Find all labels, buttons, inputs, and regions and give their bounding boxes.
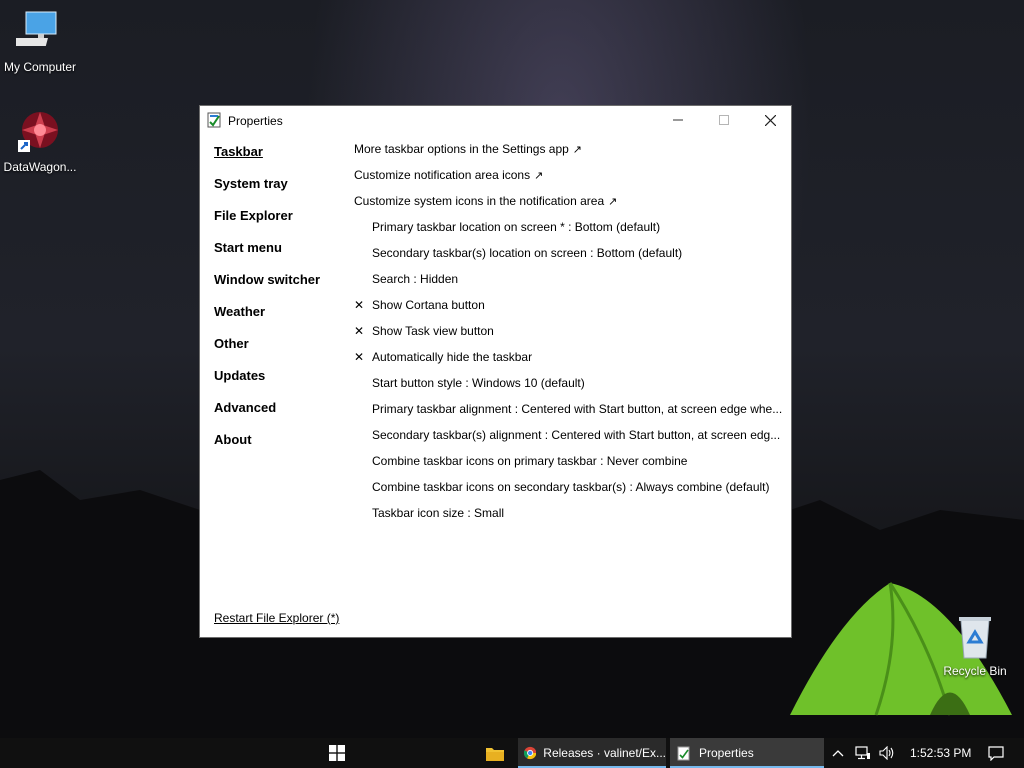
recycle-bin-icon [951, 612, 999, 660]
setting-auto-hide[interactable]: ✕ Automatically hide the taskbar [354, 348, 784, 366]
settings-link-taskbar-options[interactable]: More taskbar options in the Settings app… [354, 140, 582, 158]
nav-item-advanced[interactable]: Advanced [214, 400, 276, 415]
settings-link-notification-icons[interactable]: Customize notification area icons ↗ [354, 166, 543, 184]
restart-file-explorer-link[interactable]: Restart File Explorer (*) [214, 611, 339, 625]
window-title: Properties [228, 114, 283, 128]
setting-label: Customize notification area icons [354, 168, 531, 182]
chrome-icon [524, 746, 537, 760]
desktop-icon-my-computer[interactable]: My Computer [0, 8, 80, 74]
close-icon [764, 114, 776, 126]
taskbar-file-explorer-button[interactable] [480, 738, 510, 768]
title-bar[interactable]: Properties [200, 106, 791, 134]
windows-logo-icon [329, 745, 345, 761]
desktop-icon-label: DataWagon... [3, 160, 77, 174]
setting-label: Automatically hide the taskbar [372, 350, 533, 364]
taskbar-properties-button[interactable]: Properties [670, 738, 824, 768]
setting-combine-secondary[interactable]: Combine taskbar icons on secondary taskb… [372, 478, 770, 496]
setting-primary-location[interactable]: Primary taskbar location on screen * : B… [372, 218, 660, 236]
setting-search[interactable]: Search : Hidden [372, 270, 458, 288]
network-icon [855, 746, 870, 760]
nav-item-updates[interactable]: Updates [214, 368, 265, 383]
taskbar: Releases · valinet/Ex... Properties 1:52… [0, 738, 1024, 768]
setting-label: Customize system icons in the notificati… [354, 194, 605, 208]
setting-show-cortana[interactable]: ✕ Show Cortana button [354, 296, 784, 314]
setting-secondary-location[interactable]: Secondary taskbar(s) location on screen … [372, 244, 682, 262]
minimize-icon [673, 119, 683, 121]
close-button[interactable] [747, 106, 793, 134]
start-button[interactable] [322, 738, 352, 768]
check-mark-icon: ✕ [354, 298, 365, 312]
setting-label: More taskbar options in the Settings app [354, 142, 569, 156]
volume-button[interactable] [879, 738, 895, 768]
setting-show-task-view[interactable]: ✕ Show Task view button [354, 322, 784, 340]
properties-app-icon [207, 112, 222, 128]
chevron-up-icon [832, 750, 844, 757]
desktop-icon-label: Recycle Bin [943, 664, 1007, 678]
taskbar-item-label: Properties [699, 746, 754, 760]
desktop-icon-recycle-bin[interactable]: Recycle Bin [935, 612, 1015, 678]
maximize-icon [719, 115, 729, 125]
properties-window: Properties Taskbar System tray File Expl… [199, 105, 792, 638]
nav-item-other[interactable]: Other [214, 336, 249, 351]
show-hidden-icons-button[interactable] [832, 738, 844, 768]
folder-icon [486, 747, 504, 761]
properties-app-icon [677, 746, 690, 760]
nav-item-file-explorer[interactable]: File Explorer [214, 208, 293, 223]
maximize-button[interactable] [701, 106, 747, 134]
datawagon-shortcut-icon [16, 108, 64, 156]
setting-secondary-alignment[interactable]: Secondary taskbar(s) alignment : Centere… [372, 426, 780, 444]
setting-primary-alignment[interactable]: Primary taskbar alignment : Centered wit… [372, 400, 782, 418]
setting-icon-size[interactable]: Taskbar icon size : Small [372, 504, 504, 522]
nav-item-window-switcher[interactable]: Window switcher [214, 272, 320, 287]
setting-label: Show Task view button [372, 324, 494, 338]
network-status-button[interactable] [855, 738, 871, 768]
notification-icon [988, 745, 1004, 761]
action-center-button[interactable] [988, 738, 1004, 768]
check-mark-icon: ✕ [354, 324, 365, 338]
setting-label: Show Cortana button [372, 298, 485, 312]
nav-item-start-menu[interactable]: Start menu [214, 240, 282, 255]
clock[interactable]: 1:52:53 PM [910, 738, 971, 768]
nav-item-about[interactable]: About [214, 432, 252, 447]
setting-combine-primary[interactable]: Combine taskbar icons on primary taskbar… [372, 452, 687, 470]
taskbar-item-label: Releases · valinet/Ex... [543, 746, 666, 760]
nav-item-system-tray[interactable]: System tray [214, 176, 288, 191]
external-link-icon: ↗ [608, 196, 618, 208]
desktop-icon-label: My Computer [3, 60, 77, 74]
check-mark-icon: ✕ [354, 350, 365, 364]
speaker-icon [879, 746, 894, 760]
external-link-icon: ↗ [572, 144, 583, 156]
minimize-button[interactable] [655, 106, 701, 134]
settings-link-system-icons[interactable]: Customize system icons in the notificati… [354, 192, 617, 210]
external-link-icon: ↗ [534, 170, 544, 182]
desktop-icon-datawagon[interactable]: DataWagon... [0, 108, 80, 174]
setting-start-button-style[interactable]: Start button style : Windows 10 (default… [372, 374, 585, 392]
computer-icon [11, 8, 64, 56]
nav-item-taskbar[interactable]: Taskbar [214, 144, 263, 159]
nav-item-weather[interactable]: Weather [214, 304, 265, 319]
taskbar-chrome-button[interactable]: Releases · valinet/Ex... [518, 738, 666, 768]
